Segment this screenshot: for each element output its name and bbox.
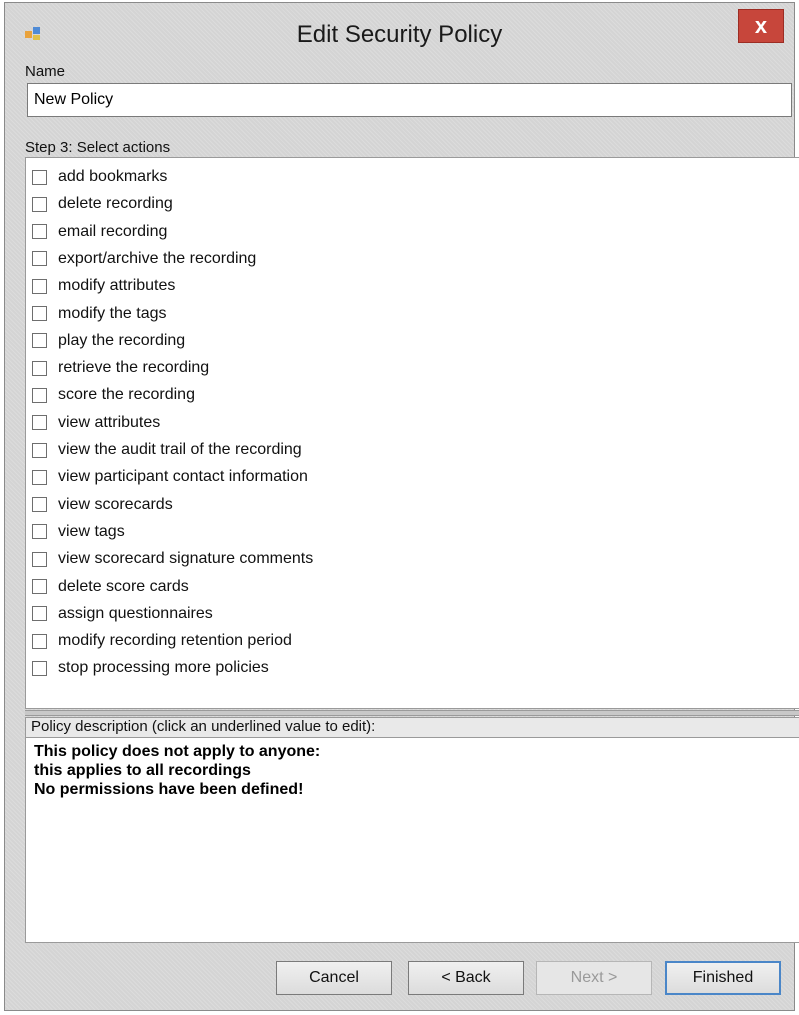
checkbox[interactable] [32, 278, 47, 294]
description-line: this applies to all recordings [34, 762, 251, 779]
checkbox[interactable] [32, 360, 47, 376]
action-item-modify-attributes[interactable]: modify attributes [32, 275, 175, 297]
edit-security-policy-window: Edit Security Policy x Name Step 3: Sele… [4, 2, 799, 1011]
actions-label: Step 3: Select actions [25, 139, 171, 156]
back-button[interactable]: < Back [408, 961, 524, 995]
action-label: score the recording [58, 386, 195, 404]
action-label: stop processing more policies [58, 659, 269, 677]
checkbox[interactable] [32, 333, 47, 349]
action-label: add bookmarks [58, 168, 168, 185]
action-item-score-recording[interactable]: score the recording [32, 384, 195, 406]
action-item-modify-retention[interactable]: modify recording retention period [32, 630, 292, 652]
action-item-export-archive[interactable]: export/archive the recording [32, 248, 256, 270]
name-input[interactable] [27, 83, 792, 117]
checkbox[interactable] [32, 497, 47, 513]
action-item-view-participant-contact[interactable]: view participant contact information [32, 466, 308, 488]
checkbox[interactable] [32, 169, 47, 185]
checkbox[interactable] [32, 224, 47, 240]
close-button[interactable]: x [738, 9, 784, 43]
checkbox[interactable] [32, 196, 47, 212]
action-item-view-audit-trail[interactable]: view the audit trail of the recording [32, 439, 302, 461]
checkbox[interactable] [32, 251, 47, 267]
action-label: play the recording [58, 331, 186, 349]
checkbox[interactable] [32, 660, 47, 676]
checkbox[interactable] [32, 606, 47, 622]
action-label: modify attributes [58, 277, 176, 295]
policy-description-panel: This policy does not apply to anyone: th… [25, 737, 799, 943]
checkbox[interactable] [32, 551, 47, 567]
cancel-button[interactable]: Cancel [276, 961, 392, 995]
action-item-view-scorecards[interactable]: view scorecards [32, 494, 173, 516]
action-label: view the audit trail of the recording [58, 441, 302, 458]
action-item-assign-questionnaires[interactable]: assign questionnaires [32, 603, 213, 625]
checkbox[interactable] [32, 306, 47, 321]
action-item-retrieve-recording[interactable]: retrieve the recording [32, 357, 209, 379]
name-label: Name [25, 63, 66, 80]
action-label: delete score cards [58, 577, 189, 595]
finished-button[interactable]: Finished [665, 961, 781, 995]
action-item-view-tags[interactable]: view tags [32, 521, 125, 543]
window-title: Edit Security Policy [296, 21, 503, 48]
action-label: view attributes [58, 413, 161, 431]
checkbox[interactable] [32, 387, 47, 403]
action-label: email recording [58, 222, 168, 240]
action-item-email-recording[interactable]: email recording [32, 221, 167, 243]
action-label: delete recording [58, 195, 173, 213]
action-item-delete-score-cards[interactable]: delete score cards [32, 576, 189, 598]
action-label: view tags [58, 522, 125, 540]
action-item-view-signature-comments[interactable]: view scorecard signature comments [32, 548, 313, 570]
checkbox[interactable] [32, 524, 47, 540]
next-button[interactable]: Next > [536, 961, 652, 995]
action-label: assign questionnaires [58, 604, 213, 622]
action-label: view participant contact information [58, 468, 308, 486]
checkbox[interactable] [32, 442, 47, 458]
checkbox[interactable] [32, 415, 47, 431]
checkbox[interactable] [32, 633, 47, 649]
action-item-stop-processing[interactable]: stop processing more policies [32, 657, 269, 679]
checkbox[interactable] [32, 579, 47, 594]
title-bar[interactable]: Edit Security Policy x [5, 3, 794, 59]
checkbox[interactable] [32, 469, 47, 485]
action-item-delete-recording[interactable]: delete recording [32, 193, 173, 215]
description-line: This policy does not apply to anyone: [34, 743, 321, 760]
description-line: No permissions have been defined! [34, 781, 304, 798]
action-item-modify-tags[interactable]: modify the tags [32, 303, 167, 325]
action-item-view-attributes[interactable]: view attributes [32, 412, 160, 434]
action-item-add-bookmarks[interactable]: add bookmarks [32, 166, 167, 188]
action-label: view scorecards [58, 495, 173, 513]
policy-description-label: Policy description (click an underlined … [25, 717, 799, 737]
splitter[interactable] [25, 710, 799, 716]
action-item-play-recording[interactable]: play the recording [32, 330, 185, 352]
action-label: export/archive the recording [58, 249, 257, 267]
action-label: retrieve the recording [58, 359, 210, 377]
action-label: modify the tags [58, 304, 167, 322]
action-label: view scorecard signature comments [58, 550, 314, 568]
action-label: modify recording retention period [58, 632, 292, 650]
actions-list: add bookmarks delete recording email rec… [25, 157, 799, 709]
